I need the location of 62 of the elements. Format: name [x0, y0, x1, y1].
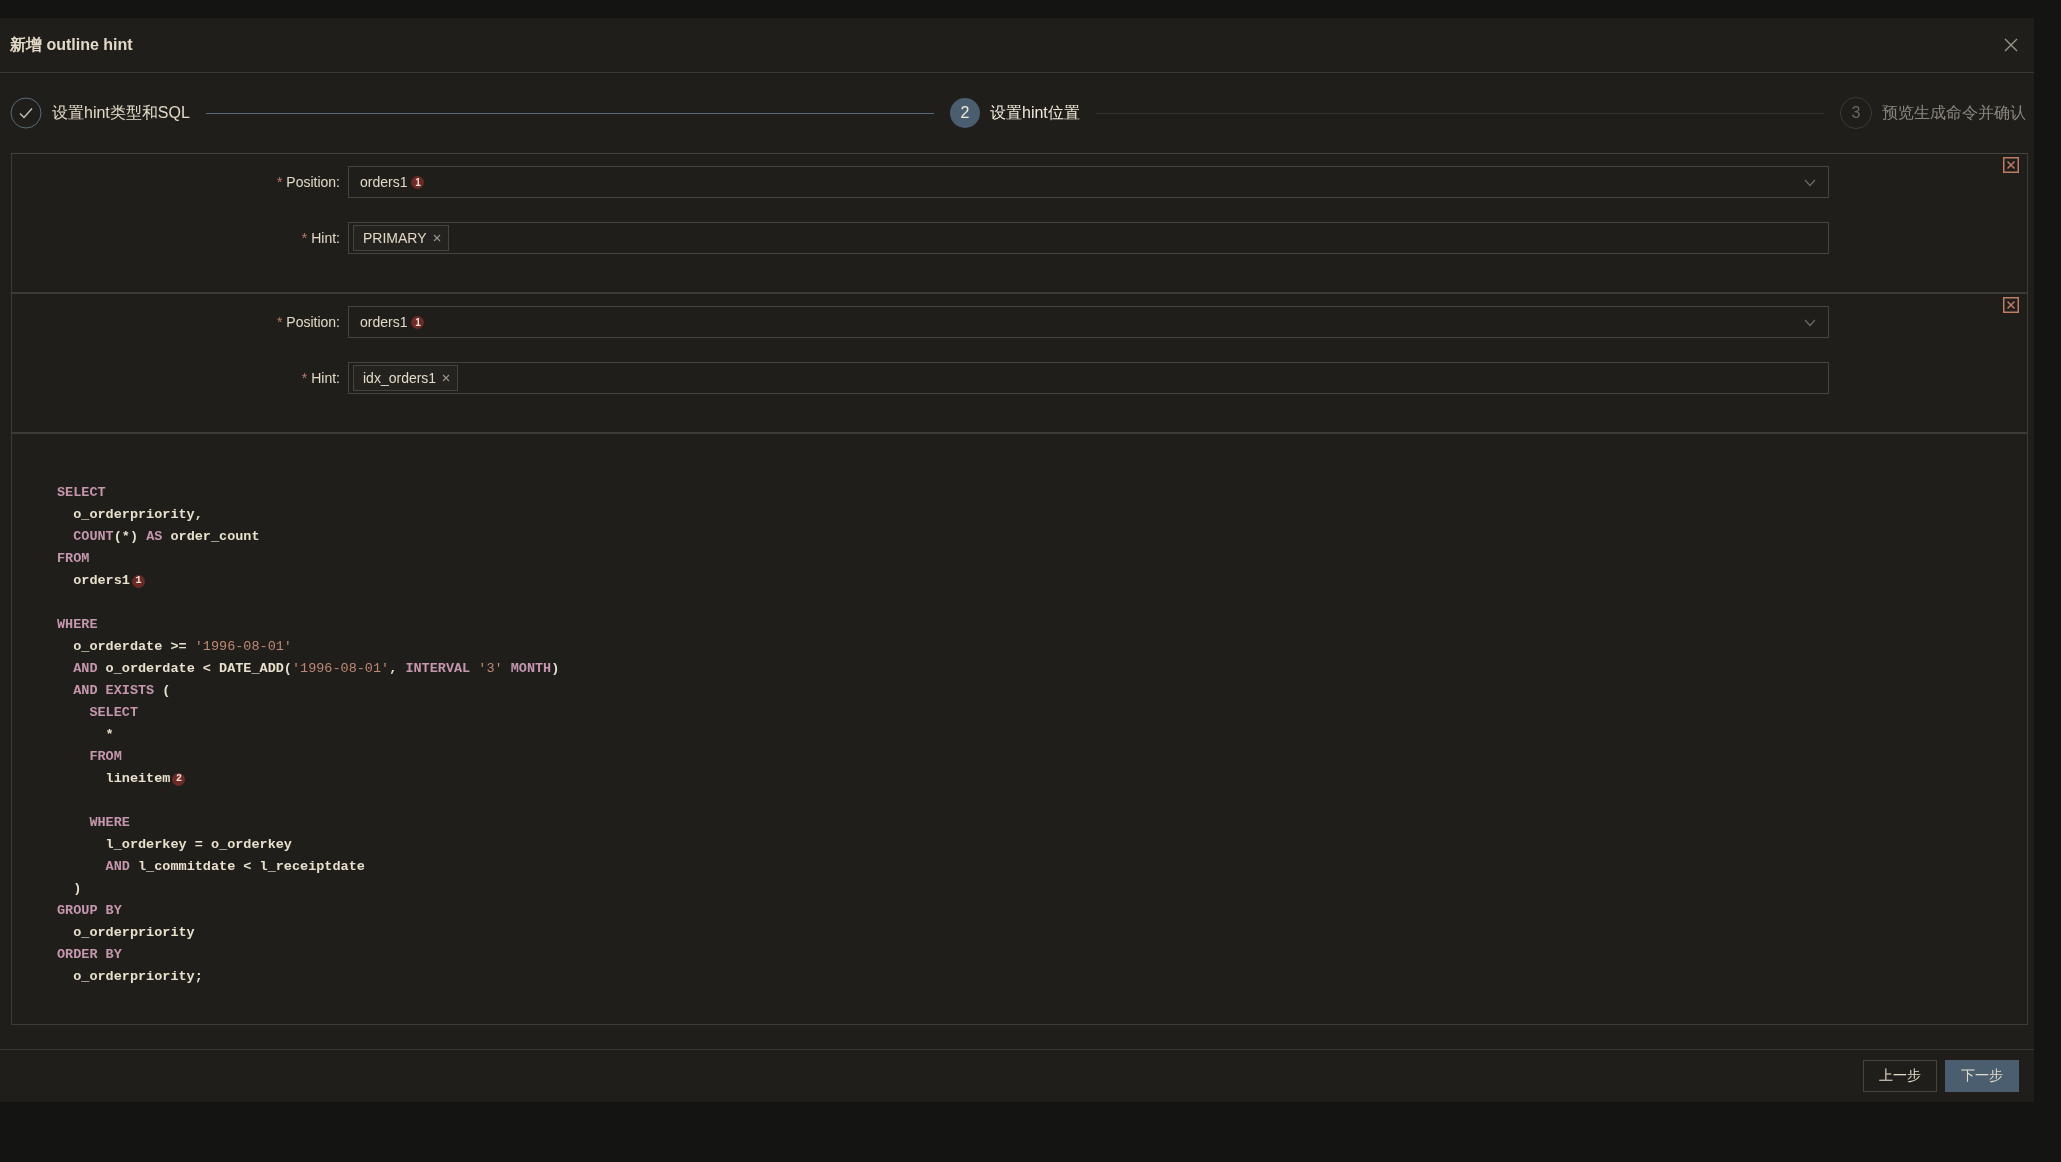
- code-token: SELECT: [88, 704, 138, 722]
- code-token: MONTH: [509, 660, 552, 678]
- field-label: * Position:: [275, 314, 341, 330]
- count-badge: 1: [131, 574, 145, 588]
- delete-icon[interactable]: [2003, 297, 2019, 313]
- step-label: 设置hint类型和SQL: [52, 102, 190, 123]
- code-token: lineitem: [104, 770, 171, 788]
- code-token: '1996-08-01': [291, 660, 390, 678]
- code-token: COUNT: [72, 528, 114, 546]
- code-token: orders1: [72, 572, 130, 590]
- code-token: AND: [72, 660, 98, 678]
- code-token: *: [104, 726, 114, 744]
- code-token: FROM: [88, 748, 122, 766]
- code-token: '1996-08-01': [194, 638, 292, 656]
- hint-input[interactable]: idx_orders1: [348, 362, 1829, 394]
- position-select[interactable]: orders1 1: [348, 306, 1829, 338]
- code-token: ,: [389, 660, 399, 678]
- hint-tag: idx_orders1: [353, 365, 459, 391]
- code-token: AS: [146, 528, 163, 546]
- close-icon[interactable]: [432, 234, 441, 242]
- code-token: l_commitdate < l_receiptdate: [137, 858, 365, 876]
- field-label: * Position:: [275, 174, 341, 190]
- code-token: order_count: [169, 528, 260, 546]
- hint-input[interactable]: PRIMARY: [348, 222, 1829, 254]
- code-token: INTERVAL: [405, 660, 471, 678]
- step-label: 预览生成命令并确认: [1882, 102, 2026, 123]
- code-token: '3': [477, 660, 503, 678]
- code-token: o_orderpriority;: [72, 968, 203, 986]
- code-token: (*): [113, 528, 140, 546]
- step-label: 设置hint位置: [990, 102, 1080, 123]
- field-label: * Hint:: [300, 230, 341, 246]
- code-token: l_orderkey = o_orderkey: [104, 836, 292, 854]
- chevron-down-icon: [1804, 179, 1816, 187]
- step-number: 2: [950, 98, 980, 128]
- code-token: WHERE: [88, 814, 130, 832]
- code-token: o_orderdate < DATE_ADD(: [104, 660, 292, 678]
- code-token: ORDER BY: [57, 946, 122, 964]
- chevron-down-icon: [1804, 319, 1816, 327]
- code-token: FROM: [57, 550, 90, 568]
- dialog-title: 新增 outline hint: [10, 34, 133, 55]
- close-icon[interactable]: [442, 374, 451, 382]
- field-label: * Hint:: [300, 370, 341, 386]
- code-token: WHERE: [57, 616, 98, 634]
- position-select[interactable]: orders1 1: [348, 166, 1829, 198]
- code-token: ): [551, 660, 560, 678]
- code-token: AND EXISTS: [72, 682, 155, 700]
- code-token: o_orderpriority,: [72, 506, 203, 524]
- code-token: o_orderpriority: [72, 924, 195, 942]
- code-token: GROUP BY: [57, 902, 122, 920]
- code-token: (: [161, 682, 171, 700]
- code-token: o_orderdate >=: [72, 638, 188, 656]
- step-button[interactable]: 上一步: [1863, 1060, 1937, 1092]
- code-token: AND: [104, 858, 130, 876]
- hint-tag: PRIMARY: [353, 225, 449, 251]
- count-badge: 2: [172, 772, 186, 786]
- code-token: SELECT: [57, 484, 106, 502]
- close-icon[interactable]: [2004, 38, 2018, 52]
- count-badge: 1: [411, 175, 425, 189]
- code-token: ): [72, 880, 82, 898]
- step-button[interactable]: 下一步: [1945, 1060, 2019, 1092]
- count-badge: 1: [411, 315, 425, 329]
- delete-icon[interactable]: [2003, 157, 2019, 173]
